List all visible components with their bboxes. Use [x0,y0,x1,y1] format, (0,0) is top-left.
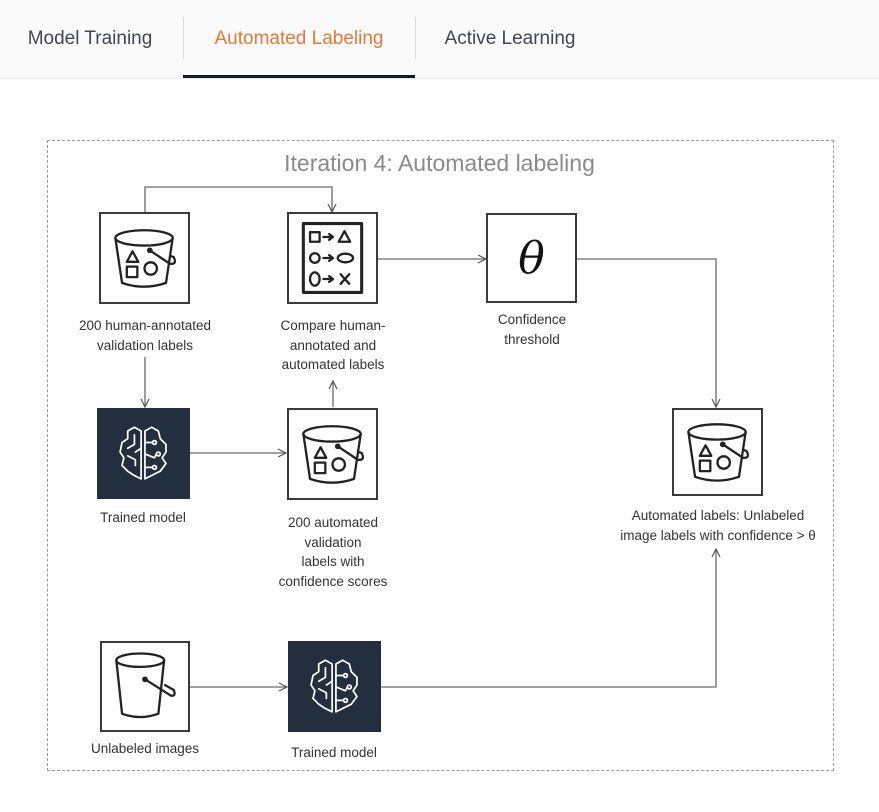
auto-validation-caption: 200 automated validation labels with con… [278,515,388,589]
arrow-model-to-automated [381,549,716,688]
bucket-shapes-icon [302,425,365,484]
automated-labels-caption: Automated labels: Unlabeled image labels… [620,508,816,543]
compare-node [287,212,378,304]
trained-model-bottom-node [288,641,381,732]
trained-model-top-node [97,408,190,499]
bucket-icon [115,652,176,719]
auto-validation-node [287,408,378,500]
threshold-node: θ [486,213,577,303]
brain-icon [119,426,167,480]
unlabeled-images-node [100,641,190,732]
human-labels-node [99,212,190,304]
trained-model-bottom-caption: Trained model [291,745,377,760]
theta-icon: θ [518,232,545,284]
brain-icon [310,659,358,713]
bucket-shapes-icon [114,229,177,288]
bucket-shapes-icon [687,423,750,482]
comparison-list-icon [301,222,364,294]
trained-model-top-caption: Trained model [100,510,186,525]
arrow-human-to-compare [144,186,332,212]
automated-labels-node [672,408,763,496]
threshold-caption: Confidence threshold [497,312,567,347]
human-labels-caption: 200 human-annotated validation labels [78,318,212,353]
unlabeled-images-caption: Unlabeled images [90,741,200,756]
compare-caption: Compare human- annotated and automated l… [280,318,386,372]
automated-labeling-diagram: Iteration 4: Automated labeling 200 huma… [0,0,879,812]
